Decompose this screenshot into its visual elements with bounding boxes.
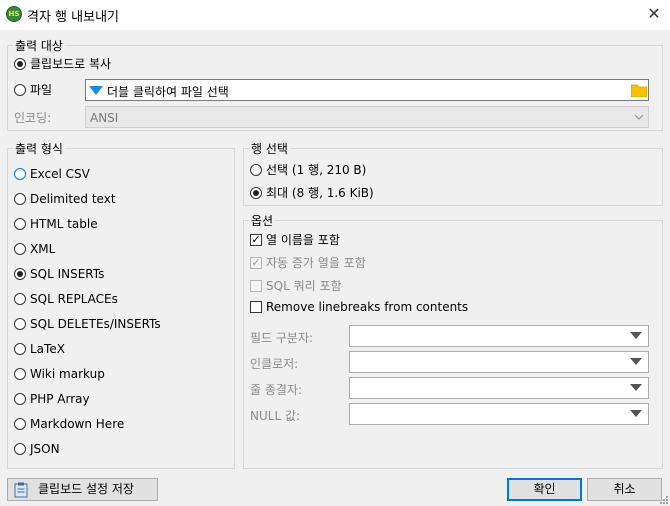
checkbox-label: 열 이름을 포함: [266, 233, 340, 247]
format-radio-json[interactable]: JSON: [14, 442, 60, 456]
field-separator-label: 필드 구분자:: [250, 331, 314, 345]
format-radio-delimited-text[interactable]: Delimited text: [14, 192, 116, 206]
checkbox-label: 자동 증가 열을 포함: [266, 256, 366, 270]
clipboard-icon: [14, 482, 28, 498]
dropdown-arrow-icon: [630, 410, 642, 417]
enclosure-label: 인클로저:: [250, 357, 299, 371]
row-option-label: 선택 (1 행, 210 B): [266, 163, 367, 177]
format-label: LaTeX: [30, 342, 65, 356]
format-label: Wiki markup: [30, 367, 105, 381]
row-selection-legend: 행 선택: [249, 140, 290, 157]
chevron-down-icon: [634, 114, 644, 120]
file-path-value: 더블 클릭하여 파일 선택: [107, 85, 229, 99]
format-label: PHP Array: [30, 392, 90, 406]
checkbox-box: [250, 301, 262, 313]
enclosure-select[interactable]: [349, 351, 649, 373]
row-option-label: 최대 (8 행, 1.6 KiB): [266, 186, 374, 200]
save-clipboard-settings-label: 클립보드 설정 저장: [38, 482, 134, 496]
radio-indicator: [14, 193, 26, 205]
radio-indicator: [14, 243, 26, 255]
include-auto-increment-checkbox[interactable]: ✓ 자동 증가 열을 포함: [250, 254, 366, 271]
check-icon: ✓: [250, 255, 262, 269]
format-label: HTML table: [30, 217, 98, 231]
encoding-select[interactable]: ANSI: [85, 106, 649, 128]
radio-indicator: [250, 163, 262, 176]
radio-indicator: [14, 393, 26, 405]
remove-linebreaks-checkbox[interactable]: Remove linebreaks from contents: [250, 300, 468, 314]
dropdown-arrow-icon: [630, 384, 642, 391]
line-terminator-select[interactable]: [349, 377, 649, 399]
resize-grip-icon[interactable]: [657, 493, 669, 505]
options-legend: 옵션: [249, 212, 276, 229]
format-radio-sql-deletes-inserts[interactable]: SQL DELETEs/INSERTs: [14, 317, 161, 331]
ok-button[interactable]: 확인: [507, 478, 582, 501]
radio-indicator: [14, 83, 26, 96]
row-radio-all[interactable]: 최대 (8 행, 1.6 KiB): [250, 184, 374, 201]
radio-indicator: [14, 343, 26, 355]
dropdown-arrow-icon: [630, 358, 642, 365]
file-path-input[interactable]: 더블 클릭하여 파일 선택: [85, 79, 649, 101]
encoding-label: 인코딩:: [14, 111, 52, 125]
clipboard-label: 클립보드로 복사: [30, 57, 112, 71]
format-label: XML: [30, 242, 56, 256]
clipboard-radio[interactable]: 클립보드로 복사: [14, 55, 111, 72]
window-title: 격자 행 내보내기: [27, 10, 119, 25]
null-value-select[interactable]: [349, 403, 649, 425]
output-format-legend: 출력 형식: [13, 140, 65, 157]
format-radio-excel-csv[interactable]: Excel CSV: [14, 167, 90, 181]
format-label: SQL REPLACEs: [30, 292, 118, 306]
radio-indicator: [14, 418, 26, 430]
save-clipboard-settings-button[interactable]: 클립보드 설정 저장: [7, 478, 158, 501]
format-label: Markdown Here: [30, 417, 125, 431]
format-radio-sql-inserts[interactable]: SQL INSERTs: [14, 267, 104, 281]
output-target-legend: 출력 대상: [13, 37, 65, 54]
format-label: SQL DELETEs/INSERTs: [30, 317, 161, 331]
radio-indicator: [14, 218, 26, 230]
format-radio-html-table[interactable]: HTML table: [14, 217, 98, 231]
radio-indicator: [14, 293, 26, 305]
folder-icon[interactable]: [631, 83, 647, 97]
line-terminator-label: 줄 종결자:: [250, 383, 303, 397]
dropdown-arrow-icon: [630, 332, 642, 339]
check-icon: ✓: [250, 232, 262, 246]
radio-indicator: [250, 186, 262, 199]
radio-indicator: [14, 318, 26, 330]
radio-indicator: [14, 443, 26, 455]
file-radio[interactable]: 파일: [14, 81, 52, 98]
row-radio-selection[interactable]: 선택 (1 행, 210 B): [250, 161, 366, 178]
format-label: Delimited text: [30, 192, 116, 206]
format-radio-sql-replaces[interactable]: SQL REPLACEs: [14, 292, 118, 306]
format-radio-latex[interactable]: LaTeX: [14, 342, 65, 356]
format-label: Excel CSV: [30, 167, 90, 181]
format-radio-wiki-markup[interactable]: Wiki markup: [14, 367, 105, 381]
radio-indicator: [14, 168, 26, 180]
cancel-button[interactable]: 취소: [587, 478, 662, 501]
include-sql-query-checkbox[interactable]: SQL 쿼리 포함: [250, 277, 342, 294]
field-separator-select[interactable]: [349, 325, 649, 347]
file-label: 파일: [30, 83, 53, 97]
radio-indicator: [14, 57, 26, 70]
checkbox-box: [250, 279, 262, 292]
dropdown-triangle-icon: [89, 86, 103, 95]
include-column-names-checkbox[interactable]: ✓ 열 이름을 포함: [250, 231, 340, 248]
close-icon[interactable]: ✕: [644, 4, 664, 24]
null-value-label: NULL 값:: [250, 409, 301, 423]
format-radio-markdown-here[interactable]: Markdown Here: [14, 417, 124, 431]
format-label: SQL INSERTs: [30, 267, 105, 281]
format-radio-php-array[interactable]: PHP Array: [14, 392, 90, 406]
checkbox-label: Remove linebreaks from contents: [266, 300, 469, 314]
radio-indicator: [14, 368, 26, 380]
app-icon: HS: [6, 6, 22, 22]
radio-indicator: [14, 268, 26, 280]
format-radio-xml[interactable]: XML: [14, 242, 55, 256]
format-label: JSON: [30, 442, 60, 456]
encoding-value: ANSI: [90, 111, 119, 125]
checkbox-label: SQL 쿼리 포함: [266, 279, 342, 293]
